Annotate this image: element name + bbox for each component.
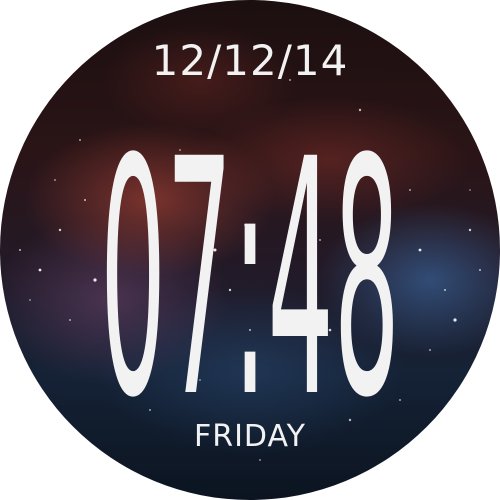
time-digits: 07:48 bbox=[100, 90, 400, 469]
watch-face: 12/12/14 07:48 FRIDAY bbox=[0, 0, 500, 500]
day-of-week: FRIDAY bbox=[193, 419, 307, 454]
